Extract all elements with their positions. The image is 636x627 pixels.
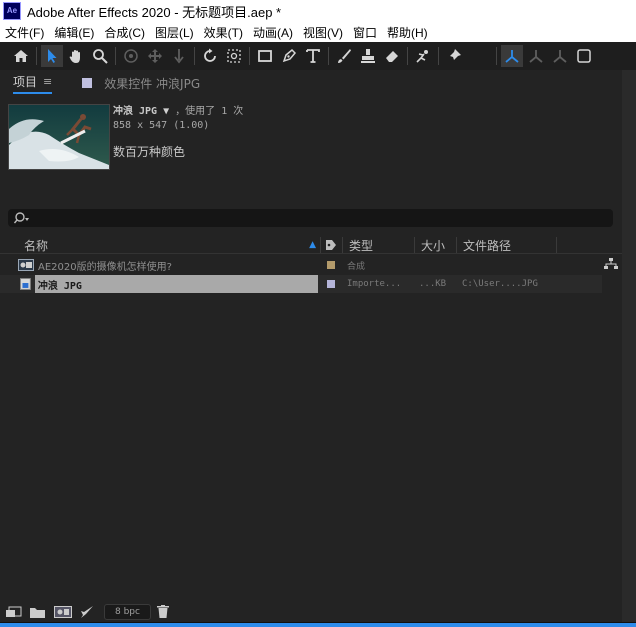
hand-icon[interactable] (65, 45, 87, 67)
sort-ascending-icon[interactable]: ▲ (309, 240, 316, 250)
toolbar-divider (249, 47, 250, 65)
project-bottom-bar: 8 bpc (0, 603, 622, 621)
stamp-icon[interactable] (357, 45, 379, 67)
item-path: C:\User....JPG (462, 279, 538, 289)
home-icon[interactable] (10, 45, 32, 67)
rectangle-icon[interactable] (254, 45, 276, 67)
eraser-icon[interactable] (381, 45, 403, 67)
footage-thumbnail (8, 104, 110, 170)
footage-dimensions: 858 x 547 (1.00) (113, 120, 210, 131)
label-color-swatch (82, 78, 93, 88)
snapping-checkbox-icon[interactable] (573, 45, 595, 67)
menu-edit[interactable]: 编辑(E) (49, 24, 99, 41)
toolbar-divider (36, 47, 37, 65)
item-type: Importe... (347, 279, 402, 289)
menu-help[interactable]: 帮助(H) (382, 24, 433, 41)
column-type-label: 类型 (349, 238, 374, 253)
item-name-cell: 冲浪 JPG (0, 275, 318, 293)
menu-layer[interactable]: 图层(L) (150, 24, 199, 41)
zoom-icon[interactable] (89, 45, 111, 67)
toolbar-divider (115, 47, 116, 65)
footage-name: 冲浪 JPG (113, 106, 158, 117)
search-field[interactable] (8, 209, 613, 227)
label-color[interactable] (327, 261, 335, 269)
label-tag-icon (326, 240, 336, 250)
color-depth-button[interactable]: 8 bpc (104, 604, 151, 620)
toolbar-divider (407, 47, 408, 65)
selection-tool-icon[interactable] (41, 45, 63, 67)
tools-toolbar (0, 42, 636, 70)
item-type: 合成 (347, 261, 366, 272)
text-icon[interactable] (302, 45, 324, 67)
column-path[interactable]: 文件路径 (456, 237, 556, 253)
search-icon (14, 212, 29, 224)
view-axis-icon[interactable] (549, 45, 571, 67)
list-item[interactable]: AE2020版的摄像机怎样使用? 合成 (0, 256, 622, 274)
project-settings-icon[interactable] (80, 603, 94, 622)
window-title: Adobe After Effects 2020 - 无标题项目.aep * (27, 4, 282, 20)
camera-orbit-icon[interactable] (120, 45, 142, 67)
interpret-footage-icon[interactable] (6, 603, 22, 622)
label-color[interactable] (327, 280, 335, 288)
panel-tabs: 项目 ≡ 效果控件 冲浪JPG (0, 70, 622, 96)
column-type[interactable]: 类型 (342, 237, 414, 253)
image-footage-icon (20, 278, 31, 290)
pen-icon[interactable] (278, 45, 300, 67)
title-bar: Ae Adobe After Effects 2020 - 无标题项目.aep … (0, 0, 636, 22)
tab-project-label: 项目 (13, 74, 38, 89)
flowchart-icon[interactable] (604, 257, 618, 273)
composition-icon (18, 259, 34, 271)
column-label[interactable] (320, 237, 342, 253)
item-size: ...KB (419, 279, 447, 289)
column-name-label: 名称 (24, 238, 49, 253)
footage-info: 冲浪 JPG ▼ ，使用了 1 次 858 x 547 (1.00) 数百万种颜… (113, 102, 243, 160)
tab-project[interactable]: 项目 ≡ (13, 73, 53, 94)
column-header: 名称 ▲ 类型 大小 文件路径 (0, 237, 622, 254)
item-name: 冲浪 JPG (34, 275, 318, 293)
new-folder-icon[interactable] (30, 603, 46, 622)
toolbar-divider (328, 47, 329, 65)
puppet-pin-icon[interactable] (443, 45, 465, 67)
brush-icon[interactable] (333, 45, 355, 67)
pan-icon[interactable] (144, 45, 166, 67)
footage-dropdown-icon[interactable]: ▼ (163, 106, 169, 117)
local-axis-icon[interactable] (501, 45, 523, 67)
world-axis-icon[interactable] (525, 45, 547, 67)
menu-view[interactable]: 视图(V) (298, 24, 348, 41)
footage-colors: 数百万种颜色 (113, 145, 186, 159)
toolbar-divider (194, 47, 195, 65)
app-icon: Ae (3, 2, 21, 20)
roto-brush-icon[interactable] (412, 45, 434, 67)
project-panel: 项目 ≡ 效果控件 冲浪JPG 冲浪 JPG ▼ ，使用了 1 次 858 x … (0, 70, 622, 623)
toolbar-divider (496, 47, 497, 65)
tab-effect-controls[interactable]: 效果控件 冲浪JPG (82, 75, 200, 92)
menu-animation[interactable]: 动画(A) (248, 24, 298, 41)
panel-menu-icon[interactable]: ≡ (43, 75, 52, 88)
column-extra (556, 237, 622, 253)
new-composition-icon[interactable] (54, 603, 72, 622)
column-size-label: 大小 (421, 238, 446, 253)
search-input[interactable] (34, 211, 598, 225)
list-item[interactable]: 冲浪 JPG Importe... ...KB C:\User....JPG (0, 275, 602, 293)
bottom-highlight-edge (0, 623, 636, 627)
item-name-cell: AE2020版的摄像机怎样使用? (0, 256, 318, 274)
rotate-icon[interactable] (199, 45, 221, 67)
anchor-point-icon[interactable] (223, 45, 245, 67)
menu-effect[interactable]: 效果(T) (199, 24, 248, 41)
footage-usage: ，使用了 1 次 (175, 106, 244, 117)
column-path-label: 文件路径 (463, 238, 512, 253)
column-name[interactable]: 名称 ▲ (0, 237, 320, 253)
panel-scrollbar[interactable] (622, 70, 636, 623)
column-size[interactable]: 大小 (414, 237, 456, 253)
menu-file[interactable]: 文件(F) (0, 24, 49, 41)
toolbar-divider (438, 47, 439, 65)
menu-bar: 文件(F) 编辑(E) 合成(C) 图层(L) 效果(T) 动画(A) 视图(V… (0, 22, 636, 42)
item-name: AE2020版的摄像机怎样使用? (38, 261, 172, 273)
menu-window[interactable]: 窗口 (348, 24, 382, 41)
tab-effects-label: 效果控件 冲浪JPG (104, 76, 201, 91)
dolly-icon[interactable] (168, 45, 190, 67)
delete-trash-icon[interactable] (156, 603, 169, 622)
menu-composition[interactable]: 合成(C) (99, 24, 150, 41)
